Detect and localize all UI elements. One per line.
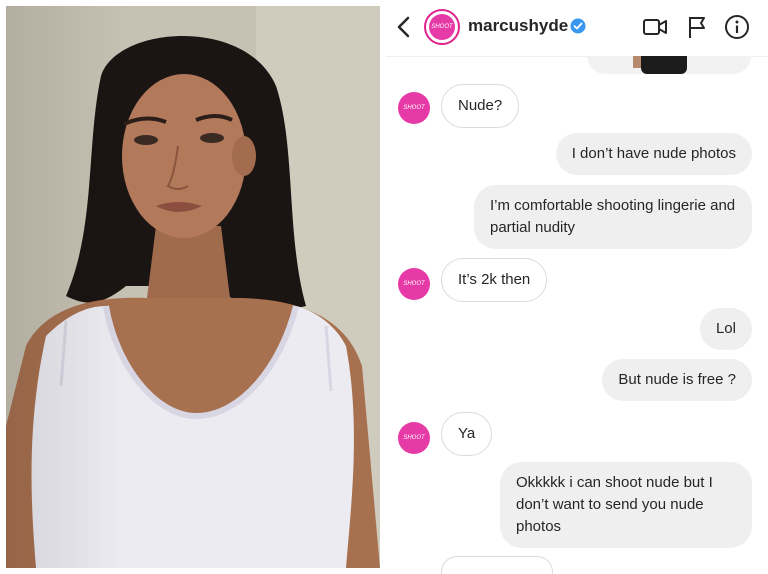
photo-shadow bbox=[6, 6, 126, 568]
message-incoming: It’s 2k then bbox=[441, 258, 548, 302]
portrait-photo bbox=[6, 6, 380, 568]
message-outgoing: But nude is free ? bbox=[602, 359, 752, 401]
flag-icon[interactable] bbox=[684, 14, 710, 40]
header-avatar[interactable]: SHOOT bbox=[424, 9, 460, 45]
info-icon[interactable] bbox=[724, 14, 750, 40]
verified-badge-icon bbox=[570, 18, 586, 34]
sender-avatar[interactable]: SHOOT bbox=[398, 92, 430, 124]
message-incoming: Ya bbox=[441, 412, 493, 456]
video-call-icon[interactable] bbox=[642, 14, 668, 40]
message-outgoing: Lol bbox=[699, 308, 752, 350]
image-fragment-dark bbox=[641, 56, 687, 74]
message-outgoing: I don’t have nude photos bbox=[555, 133, 752, 175]
message-outgoing: Okkkkk i can shoot nude but I don’t want… bbox=[500, 462, 752, 548]
back-chevron-icon[interactable] bbox=[394, 14, 414, 40]
username[interactable]: marcushyde bbox=[468, 16, 568, 36]
sender-avatar[interactable]: SHOOT bbox=[398, 422, 430, 454]
message-outgoing: I’m comfortable shooting lingerie and pa… bbox=[474, 185, 752, 249]
message-incoming: Nude? bbox=[441, 84, 520, 128]
previous-image-message[interactable] bbox=[587, 56, 751, 74]
sender-avatar[interactable]: SHOOT bbox=[398, 268, 430, 300]
message-incoming-partial bbox=[441, 556, 553, 574]
chat-header: SHOOT marcushyde bbox=[386, 0, 768, 57]
avatar-logo-text: SHOOT bbox=[429, 14, 455, 40]
dm-chat-panel: SHOOT marcushyde SHOOT Nude? I don’t hav… bbox=[386, 0, 768, 574]
